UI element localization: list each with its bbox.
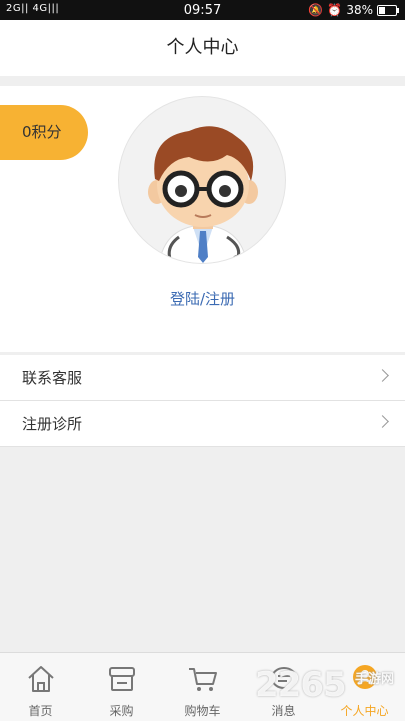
status-right: 🔕 ⏰ 38% — [308, 3, 399, 17]
battery-icon — [377, 4, 399, 16]
chevron-right-icon — [376, 415, 389, 428]
mute-icon: 🔕 — [308, 3, 324, 17]
watermark-logo: 2265 — [255, 665, 347, 705]
login-register-link[interactable]: 登陆/注册 — [0, 288, 405, 309]
tab-purchase[interactable]: 采购 — [81, 653, 162, 721]
cart-icon — [188, 668, 217, 691]
watermark-subtitle: 手游网 — [355, 672, 395, 687]
menu-item-label: 注册诊所 — [22, 415, 83, 433]
home-icon — [27, 666, 54, 692]
status-bar: 2G|| 4G||| 09:57 🔕 ⏰ 38% — [0, 0, 405, 20]
menu-item-register-clinic[interactable]: 注册诊所 — [0, 401, 405, 447]
tab-label: 购物车 — [184, 704, 221, 718]
chevron-right-icon — [376, 369, 389, 382]
menu-item-label: 联系客服 — [22, 369, 83, 387]
tab-cart[interactable]: 购物车 — [162, 653, 243, 721]
page-title: 个人中心 — [0, 20, 405, 76]
menu-list: 联系客服 注册诊所 — [0, 355, 405, 447]
alarm-icon: ⏰ — [327, 3, 343, 17]
doctor-avatar-icon — [148, 126, 258, 263]
avatar[interactable] — [118, 96, 286, 264]
store-icon — [108, 667, 135, 691]
battery-percent: 38% — [346, 3, 373, 17]
menu-item-customer-service[interactable]: 联系客服 — [0, 355, 405, 401]
tab-home[interactable]: 首页 — [0, 653, 81, 721]
tab-label: 采购 — [109, 704, 134, 718]
points-badge[interactable]: 0积分 — [0, 105, 88, 160]
tab-label: 首页 — [28, 704, 53, 718]
profile-section: 0积分 登陆/注册 — [0, 86, 405, 352]
